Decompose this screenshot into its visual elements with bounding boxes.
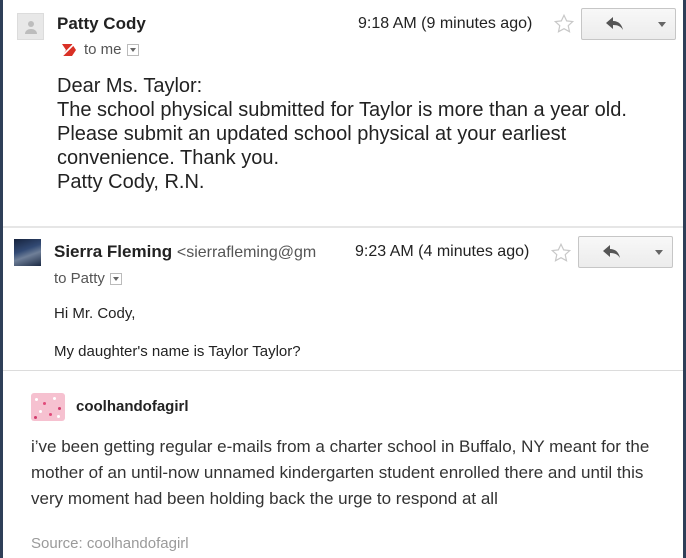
sender-email: <sierrafleming@gm [176, 244, 317, 261]
tumblr-post: coolhandofagirl i’ve been getting regula… [3, 371, 683, 558]
reply-icon [603, 245, 620, 258]
star-icon[interactable] [553, 13, 575, 35]
avatar[interactable] [31, 393, 65, 421]
sender-name[interactable]: Sierra Fleming <sierrafleming@gm [54, 242, 316, 262]
email-body: Dear Ms. Taylor: The school physical sub… [57, 74, 667, 194]
star-icon[interactable] [550, 242, 572, 264]
signature: Patty Cody, R.N. [57, 171, 205, 193]
body-paragraph: My daughter's name is Taylor Taylor? [54, 343, 301, 360]
avatar [14, 239, 41, 266]
timestamp: 9:18 AM (9 minutes ago) [358, 15, 533, 32]
greeting: Hi Mr. Cody, [54, 305, 136, 322]
email-message-1: Patty Cody 9:18 AM (9 minutes ago) to me… [3, 0, 683, 226]
post-text: i’ve been getting regular e-mails from a… [31, 437, 650, 508]
recipient-text: to me [84, 41, 122, 58]
more-options-button[interactable] [648, 8, 676, 40]
reply-button[interactable] [578, 236, 646, 268]
recipient-details-dropdown[interactable] [126, 43, 139, 56]
important-marker-icon[interactable] [61, 42, 77, 57]
sender-name[interactable]: Patty Cody [57, 14, 146, 34]
chevron-down-icon [654, 249, 663, 255]
post-username[interactable]: coolhandofagirl [76, 398, 189, 415]
post-source[interactable]: Source: coolhandofagirl [31, 535, 189, 552]
more-options-button[interactable] [645, 236, 673, 268]
greeting: Dear Ms. Taylor: [57, 75, 203, 97]
reply-button[interactable] [581, 8, 649, 40]
timestamp: 9:23 AM (4 minutes ago) [355, 243, 530, 260]
email-body: Hi Mr. Cody, My daughter's name is Taylo… [54, 304, 301, 380]
body-paragraph: The school physical submitted for Taylor… [57, 99, 627, 169]
recipient-text: to Patty [54, 270, 105, 287]
recipient-line[interactable]: to Patty [54, 270, 122, 287]
reply-icon [606, 17, 623, 30]
sender-name-text: Sierra Fleming [54, 242, 173, 261]
recipient-details-dropdown[interactable] [109, 272, 122, 285]
person-icon [17, 13, 44, 40]
recipient-line[interactable]: to me [61, 41, 139, 58]
chevron-down-icon [657, 21, 666, 27]
